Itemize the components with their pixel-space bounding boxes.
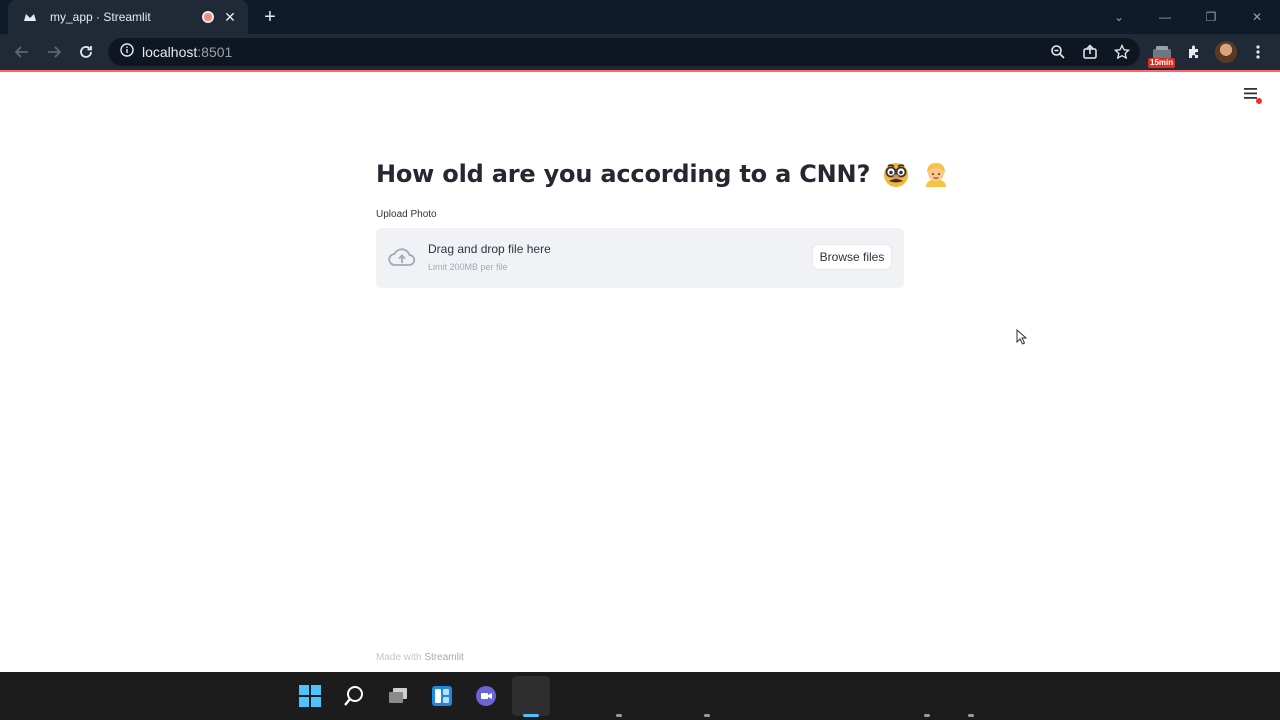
windows-start-icon[interactable]	[296, 682, 324, 710]
mouse-cursor-icon	[1016, 329, 1028, 345]
browser-tab[interactable]: my_app · Streamlit ✕	[8, 0, 248, 34]
arrow-right-icon	[48, 46, 62, 58]
browser-tabbar: my_app · Streamlit ✕ + ⌄ — ❐ ✕	[0, 0, 1280, 34]
tab-search-button[interactable]: ⌄	[1096, 0, 1142, 34]
profile-avatar[interactable]	[1215, 41, 1237, 63]
extension-badge: 15min	[1148, 58, 1176, 68]
new-tab-button[interactable]: +	[258, 5, 282, 29]
dropzone-instructions: Drag and drop file here	[428, 242, 551, 256]
disguise-face-icon	[884, 163, 909, 187]
forward-button[interactable]	[42, 40, 66, 64]
minimize-button[interactable]: —	[1142, 0, 1188, 34]
timer-extension-button[interactable]: 15min	[1148, 46, 1176, 68]
taskbar-search-icon[interactable]	[340, 682, 368, 710]
chrome-taskbar-icon[interactable]	[517, 682, 545, 710]
running-app-indicator	[616, 714, 622, 717]
url-port: :8501	[197, 44, 233, 60]
back-button[interactable]	[10, 40, 34, 64]
file-dropzone[interactable]: Drag and drop file here Limit 200MB per …	[376, 228, 904, 288]
page-title-text: How old are you according to a CNN?	[376, 160, 871, 188]
address-bar[interactable]: localhost:8501	[108, 38, 1140, 66]
restore-button[interactable]: ❐	[1188, 0, 1234, 34]
blond-person-icon	[926, 163, 947, 187]
streamlit-favicon-icon	[22, 9, 38, 25]
browse-files-button[interactable]: Browse files	[812, 244, 892, 270]
main-block: How old are you according to a CNN? Uplo…	[376, 150, 947, 288]
dropzone-limit: Limit 200MB per file	[428, 262, 508, 272]
recording-indicator-icon	[202, 11, 214, 23]
zoom-icon[interactable]	[1046, 40, 1070, 64]
browser-toolbar: localhost:8501	[0, 34, 1280, 70]
reload-button[interactable]	[74, 40, 98, 64]
running-app-indicator	[968, 714, 974, 717]
footer-streamlit-link[interactable]: Streamlit	[424, 652, 463, 663]
upload-label: Upload Photo	[376, 209, 437, 220]
active-app-indicator	[523, 714, 539, 717]
widgets-icon[interactable]	[428, 682, 456, 710]
share-icon[interactable]	[1078, 40, 1102, 64]
running-app-indicator	[924, 714, 930, 717]
task-view-icon[interactable]	[384, 682, 412, 710]
browser-menu-kebab-icon[interactable]	[1246, 40, 1270, 64]
notification-dot	[1256, 98, 1262, 104]
cloud-upload-icon	[388, 248, 416, 266]
reload-icon	[80, 46, 92, 58]
streamlit-main-menu-button[interactable]	[1244, 86, 1262, 104]
close-window-button[interactable]: ✕	[1234, 0, 1280, 34]
extensions-puzzle-icon[interactable]	[1182, 40, 1206, 64]
arrow-left-icon	[14, 46, 28, 58]
running-app-indicator	[704, 714, 710, 717]
bookmark-star-icon[interactable]	[1110, 40, 1134, 64]
footer: Made with Streamlit	[376, 652, 464, 663]
site-info-icon[interactable]	[120, 42, 134, 62]
streamlit-top-decoration	[0, 70, 1280, 72]
os-taskbar	[0, 672, 1280, 720]
tab-title: my_app · Streamlit	[50, 10, 151, 24]
page-title: How old are you according to a CNN?	[376, 150, 947, 198]
tab-close-icon[interactable]: ✕	[222, 9, 238, 26]
teams-chat-icon[interactable]	[472, 682, 500, 710]
url-host: localhost	[142, 44, 198, 60]
footer-prefix: Made with	[376, 652, 422, 663]
